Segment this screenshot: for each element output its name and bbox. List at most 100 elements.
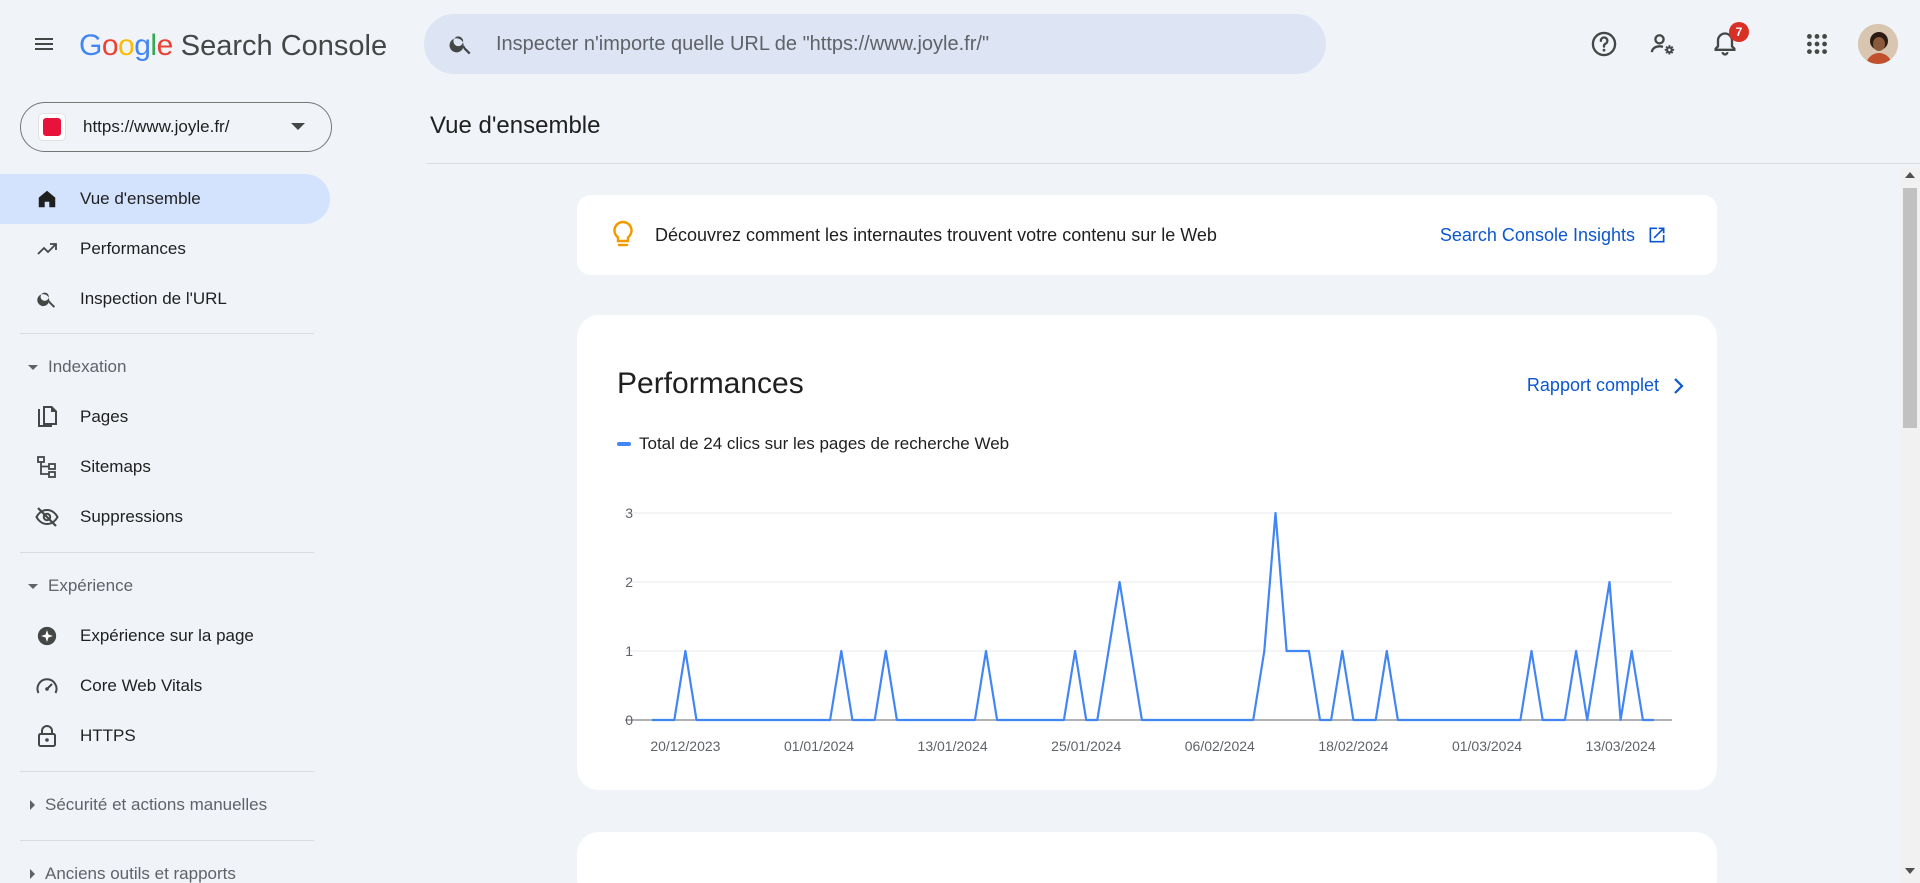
section-legacy-tools[interactable]: Anciens outils et rapports: [0, 854, 330, 883]
sidebar-item-pages[interactable]: Pages: [0, 392, 330, 442]
x-tick-label: 06/02/2024: [1185, 738, 1255, 754]
x-tick-label: 13/01/2024: [918, 738, 988, 754]
section-label: Anciens outils et rapports: [45, 864, 236, 883]
x-tick-label: 20/12/2023: [650, 738, 720, 754]
x-tick-label: 13/03/2024: [1586, 738, 1656, 754]
sidebar-item-label: Vue d'ensemble: [80, 189, 201, 208]
legend-swatch: [617, 442, 631, 446]
sidebar-item-performance[interactable]: Performances: [0, 224, 330, 274]
x-tick-label: 01/03/2024: [1452, 738, 1522, 754]
notifications-bell-icon[interactable]: 7: [1707, 22, 1749, 62]
search-icon: [34, 286, 60, 312]
sidebar-item-label: Sitemaps: [80, 457, 151, 476]
account-avatar[interactable]: [1858, 24, 1898, 64]
sidebar-item-label: Expérience sur la page: [80, 626, 254, 645]
section-label: Expérience: [48, 576, 134, 595]
section-label: Indexation: [48, 357, 127, 376]
manage-users-icon[interactable]: [1645, 26, 1681, 62]
property-url: https://www.joyle.fr/: [83, 117, 230, 136]
series-line-clicks: [652, 511, 1654, 722]
menu-icon[interactable]: [26, 26, 62, 62]
sidebar-item-label: Performances: [80, 239, 186, 258]
divider: [20, 333, 314, 334]
help-icon[interactable]: [1586, 26, 1622, 62]
section-security-manual-actions[interactable]: Sécurité et actions manuelles: [0, 785, 330, 825]
home-icon: [34, 186, 60, 212]
notification-badge: 7: [1729, 22, 1749, 42]
y-tick-label: 2: [625, 574, 633, 590]
section-label: Sécurité et actions manuelles: [45, 795, 268, 814]
lightbulb-icon: [609, 219, 637, 251]
collapse-arrow-icon: [28, 364, 38, 370]
logo-letter: o: [118, 29, 135, 62]
eye-off-icon: [34, 504, 60, 530]
scrollbar-thumb[interactable]: [1903, 188, 1917, 428]
performance-title: Performances: [617, 367, 804, 400]
full-report-link[interactable]: Rapport complet: [1527, 375, 1685, 396]
x-tick-label: 18/02/2024: [1318, 738, 1388, 754]
search-icon: [444, 27, 478, 61]
divider: [20, 840, 314, 841]
scroll-down-arrow-icon[interactable]: [1905, 868, 1915, 874]
sidebar-item-page-experience[interactable]: Expérience sur la page: [0, 611, 330, 661]
insights-message: Découvrez comment les internautes trouve…: [655, 224, 1217, 245]
plus-circle-icon: [34, 623, 60, 649]
property-favicon-icon: [39, 114, 65, 140]
section-experience[interactable]: Expérience: [0, 566, 330, 606]
divider: [426, 163, 1920, 164]
sitemap-icon: [34, 454, 60, 480]
sidebar-item-https[interactable]: HTTPS: [0, 711, 330, 761]
y-tick-label: 0: [625, 712, 633, 728]
sidebar-item-label: Pages: [80, 407, 129, 426]
sidebar-item-label: Inspection de l'URL: [80, 289, 227, 308]
collapse-arrow-icon: [28, 583, 38, 589]
chevron-right-icon: [1673, 377, 1685, 395]
page-title: Vue d'ensemble: [430, 112, 601, 139]
divider: [20, 552, 314, 553]
y-tick-label: 3: [625, 505, 633, 521]
sidebar-item-overview[interactable]: Vue d'ensemble: [0, 174, 330, 224]
section-indexation[interactable]: Indexation: [0, 347, 330, 387]
sidebar-item-core-web-vitals[interactable]: Core Web Vitals: [0, 661, 330, 711]
legend-label: Total de 24 clics sur les pages de reche…: [639, 434, 1010, 453]
pages-icon: [34, 404, 60, 430]
google-search-console-logo[interactable]: Google Search Console: [79, 26, 387, 66]
url-inspection-search-bar[interactable]: [424, 14, 1326, 74]
dropdown-arrow-icon: [291, 123, 305, 130]
open-in-new-icon: [1647, 225, 1667, 245]
next-card: [577, 832, 1717, 883]
sidebar-item-sitemaps[interactable]: Sitemaps: [0, 442, 330, 492]
expand-arrow-icon: [30, 800, 35, 810]
logo-letter: o: [101, 29, 119, 62]
chart-legend[interactable]: Total de 24 clics sur les pages de reche…: [617, 434, 1009, 454]
link-label: Search Console Insights: [1439, 224, 1635, 245]
lock-icon: [34, 723, 60, 749]
expand-arrow-icon: [30, 869, 35, 879]
trending-up-icon: [34, 236, 60, 262]
sidebar-item-label: Core Web Vitals: [80, 676, 203, 695]
logo-letter: G: [79, 29, 102, 62]
sidebar-item-label: HTTPS: [80, 726, 136, 745]
link-label: Rapport complet: [1526, 375, 1659, 395]
divider: [20, 771, 314, 772]
navigation-sidebar: https://www.joyle.fr/ Vue d'ensemble Per…: [0, 88, 332, 883]
property-selector[interactable]: https://www.joyle.fr/: [20, 102, 332, 152]
sidebar-item-label: Suppressions: [80, 507, 184, 526]
search-console-insights-link[interactable]: Search Console Insights: [1440, 225, 1667, 246]
performance-card: Performances Rapport complet Total de 24…: [577, 315, 1717, 790]
x-tick-label: 25/01/2024: [1051, 738, 1121, 754]
apps-grid-icon[interactable]: [1799, 26, 1835, 62]
insights-banner: Découvrez comment les internautes trouve…: [577, 195, 1717, 275]
google-wordmark: Google: [79, 29, 173, 63]
url-inspection-input[interactable]: [496, 32, 1276, 56]
gauge-icon: [34, 673, 60, 699]
logo-letter: g: [134, 29, 151, 62]
logo-letter: e: [156, 29, 174, 62]
clicks-line-chart[interactable]: 0 1 2 3 20/12/2023 01/01/2024 13/01/2024 25/01/…: [577, 475, 1717, 790]
product-name: Search Console: [180, 29, 388, 62]
sidebar-item-url-inspection[interactable]: Inspection de l'URL: [0, 274, 330, 324]
top-app-bar: Google Search Console 7: [0, 0, 1920, 88]
scroll-up-arrow-icon[interactable]: [1905, 172, 1915, 178]
y-tick-label: 1: [625, 643, 633, 659]
sidebar-item-removals[interactable]: Suppressions: [0, 492, 330, 542]
